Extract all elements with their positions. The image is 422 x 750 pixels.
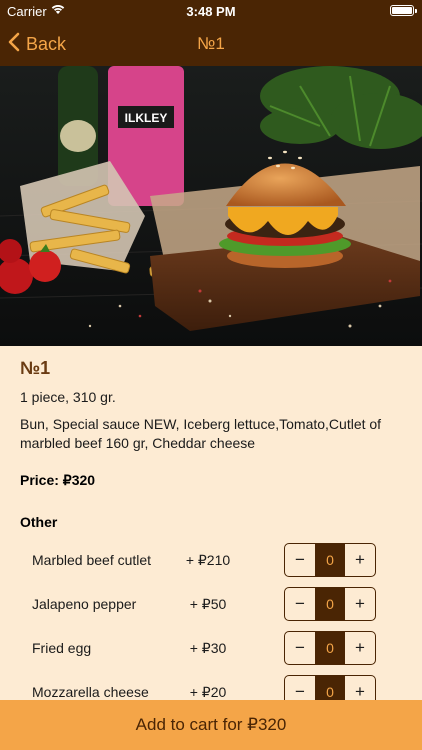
increment-button[interactable]: + — [345, 544, 375, 576]
addon-price: + ₽30 — [189, 640, 227, 656]
item-details: №1 1 piece, 310 gr. Bun, Special sauce N… — [20, 358, 410, 453]
status-bar: Carrier 3:48 PM — [0, 0, 422, 22]
other-section-title: Other — [20, 514, 58, 530]
decrement-button[interactable]: − — [285, 632, 315, 664]
addon-name: Marbled beef cutlet — [32, 552, 152, 568]
increment-button[interactable]: + — [345, 632, 375, 664]
addon-name: Mozzarella cheese — [32, 684, 149, 700]
add-to-cart-button[interactable]: Add to cart for ₽320 — [0, 700, 422, 750]
navigation-bar: Back №1 — [0, 22, 422, 66]
quantity-value: 0 — [315, 544, 345, 576]
addon-price: + ₽210 — [185, 552, 231, 568]
quantity-stepper: − 0 + — [284, 587, 376, 621]
decrement-button[interactable]: − — [285, 588, 315, 620]
quantity-stepper: − 0 + — [284, 631, 376, 665]
product-photo: ILKLEY — [0, 66, 422, 346]
addon-row-jalapeno-pepper: Jalapeno pepper + ₽50 − 0 + — [0, 582, 422, 626]
bottle-label-text: ILKLEY — [125, 111, 168, 125]
add-to-cart-label: Add to cart for ₽320 — [135, 715, 287, 734]
quantity-value: 0 — [315, 632, 345, 664]
item-portion: 1 piece, 310 gr. — [20, 389, 116, 405]
status-time: 3:48 PM — [186, 4, 236, 19]
addon-name: Fried egg — [32, 640, 92, 656]
item-price: Price: ₽320 — [20, 472, 96, 488]
battery-icon — [390, 5, 417, 16]
addon-row-fried-egg: Fried egg + ₽30 − 0 + — [0, 626, 422, 670]
quantity-stepper: − 0 + — [284, 543, 376, 577]
addon-price: + ₽20 — [189, 684, 227, 700]
increment-button[interactable]: + — [345, 588, 375, 620]
nav-title: №1 — [197, 34, 225, 53]
addon-price: + ₽50 — [189, 596, 227, 612]
decrement-button[interactable]: − — [285, 544, 315, 576]
addon-name: Jalapeno pepper — [32, 596, 137, 612]
addon-row-marbled-beef-cutlet: Marbled beef cutlet + ₽210 − 0 + — [0, 538, 422, 582]
quantity-value: 0 — [315, 588, 345, 620]
item-title: №1 — [20, 358, 51, 378]
item-ingredients: Bun, Special sauce NEW, Iceberg lettuce,… — [20, 416, 382, 451]
